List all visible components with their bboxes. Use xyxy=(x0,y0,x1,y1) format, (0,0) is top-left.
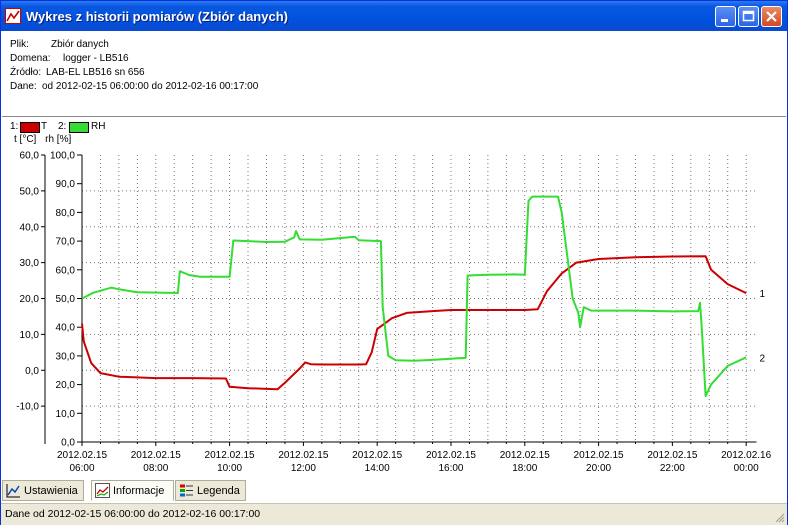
info-value: Zbiór danych xyxy=(51,39,109,50)
info-separator xyxy=(2,116,786,117)
tab-informacje[interactable]: Informacje xyxy=(91,480,174,501)
maximize-button[interactable] xyxy=(738,6,759,27)
info-value: logger - LB516 xyxy=(63,53,129,64)
legend-name-t: T xyxy=(41,121,48,132)
y-right-tick-label: 50,0 xyxy=(56,294,76,305)
x-tick-date: 2012.02.15 xyxy=(57,450,107,461)
maximize-icon xyxy=(742,10,755,22)
x-tick-time: 22:00 xyxy=(660,463,685,474)
y-left-tick-label: 20,0 xyxy=(20,294,40,305)
y-right-tick-label: 0,0 xyxy=(61,438,75,449)
title-bar[interactable]: Wykres z historii pomiarów (Zbiór danych… xyxy=(1,1,787,31)
y-left-tick-label: 60,0 xyxy=(20,151,40,162)
y-left-tick-label: 30,0 xyxy=(20,258,40,269)
legend-name-rh: RH xyxy=(91,121,106,132)
chart-app-icon xyxy=(5,8,21,24)
series-end-label-t: 1 xyxy=(760,289,766,300)
info-label: Plik: xyxy=(10,39,29,50)
y-left-tick-label: 0,0 xyxy=(25,366,39,377)
resize-grip-icon[interactable] xyxy=(773,511,785,523)
y-right-tick-label: 20,0 xyxy=(56,380,76,391)
x-tick-time: 18:00 xyxy=(512,463,537,474)
y-right-tick-label: 60,0 xyxy=(56,265,76,276)
tab-ustawienia[interactable]: Ustawienia xyxy=(2,480,84,501)
close-button[interactable] xyxy=(761,6,782,27)
info-value: od 2012-02-15 06:00:00 do 2012-02-16 00:… xyxy=(42,81,259,92)
y-right-tick-label: 40,0 xyxy=(56,323,76,334)
x-tick-date: 2012.02.15 xyxy=(500,450,550,461)
y-right-tick-label: 70,0 xyxy=(56,237,76,248)
series-line-t xyxy=(81,255,747,391)
main-window: Wykres z historii pomiarów (Zbiór danych… xyxy=(0,0,788,525)
info-label: Domena: xyxy=(10,53,51,64)
legend-swatch-t xyxy=(20,122,40,133)
y-right-tick-label: 90,0 xyxy=(56,179,76,190)
x-tick-time: 06:00 xyxy=(69,463,94,474)
legend-icon xyxy=(180,484,193,497)
x-tick-time: 00:00 xyxy=(734,463,759,474)
legend-color-t xyxy=(20,122,40,133)
x-tick-date: 2012.02.15 xyxy=(426,450,476,461)
x-tick-time: 08:00 xyxy=(143,463,168,474)
x-tick-time: 12:00 xyxy=(291,463,316,474)
minimize-icon xyxy=(721,19,728,22)
legend-index-rh: 2: xyxy=(58,121,67,132)
info-chart-icon xyxy=(95,483,110,498)
x-tick-time: 16:00 xyxy=(438,463,463,474)
tab-label: Informacje xyxy=(113,485,165,497)
y-left-tick-label: -10,0 xyxy=(16,402,39,413)
x-tick-date: 2012.02.15 xyxy=(647,450,697,461)
tab-label: Ustawienia xyxy=(24,485,78,497)
status-text: Dane od 2012-02-15 06:00:00 do 2012-02-1… xyxy=(5,508,261,520)
axis-units: t [°C] rh [%] xyxy=(14,134,71,145)
info-label: Dane: xyxy=(10,81,37,92)
info-label: Źródło: xyxy=(10,67,42,78)
history-chart[interactable]: 60,050,040,030,020,010,00,0-10,0100,090,… xyxy=(1,147,787,479)
legend-swatch-rh xyxy=(69,122,89,133)
left-axis-unit: t [°C] xyxy=(14,134,37,145)
legend-color-rh xyxy=(69,122,89,133)
x-tick-time: 10:00 xyxy=(217,463,242,474)
window-title: Wykres z historii pomiarów (Zbiór danych… xyxy=(26,9,288,24)
tab-label: Legenda xyxy=(197,485,240,497)
close-icon xyxy=(766,11,777,22)
x-tick-date: 2012.02.16 xyxy=(721,450,771,461)
right-axis-unit: rh [%] xyxy=(45,134,72,145)
series-end-label-rh: 2 xyxy=(760,353,766,364)
y-left-tick-label: 10,0 xyxy=(20,330,40,341)
tab-legenda[interactable]: Legenda xyxy=(175,480,246,501)
info-value: LAB-EL LB516 sn 656 xyxy=(46,67,145,78)
x-tick-date: 2012.02.15 xyxy=(131,450,181,461)
settings-chart-icon xyxy=(6,484,20,498)
x-tick-date: 2012.02.15 xyxy=(278,450,328,461)
y-left-tick-label: 40,0 xyxy=(20,222,40,233)
y-right-tick-label: 10,0 xyxy=(56,409,76,420)
x-tick-date: 2012.02.15 xyxy=(205,450,255,461)
tab-bar: Ustawienia Informacje Legenda xyxy=(1,480,787,502)
x-tick-time: 20:00 xyxy=(586,463,611,474)
y-left-tick-label: 50,0 xyxy=(20,186,40,197)
status-bar: Dane od 2012-02-15 06:00:00 do 2012-02-1… xyxy=(1,503,787,525)
x-tick-date: 2012.02.15 xyxy=(574,450,624,461)
legend-index-t: 1: xyxy=(10,121,19,132)
y-right-tick-label: 80,0 xyxy=(56,208,76,219)
y-right-tick-label: 100,0 xyxy=(50,151,75,162)
x-tick-date: 2012.02.15 xyxy=(352,450,402,461)
minimize-button[interactable] xyxy=(715,6,736,27)
y-right-tick-label: 30,0 xyxy=(56,351,76,362)
x-tick-time: 14:00 xyxy=(365,463,390,474)
